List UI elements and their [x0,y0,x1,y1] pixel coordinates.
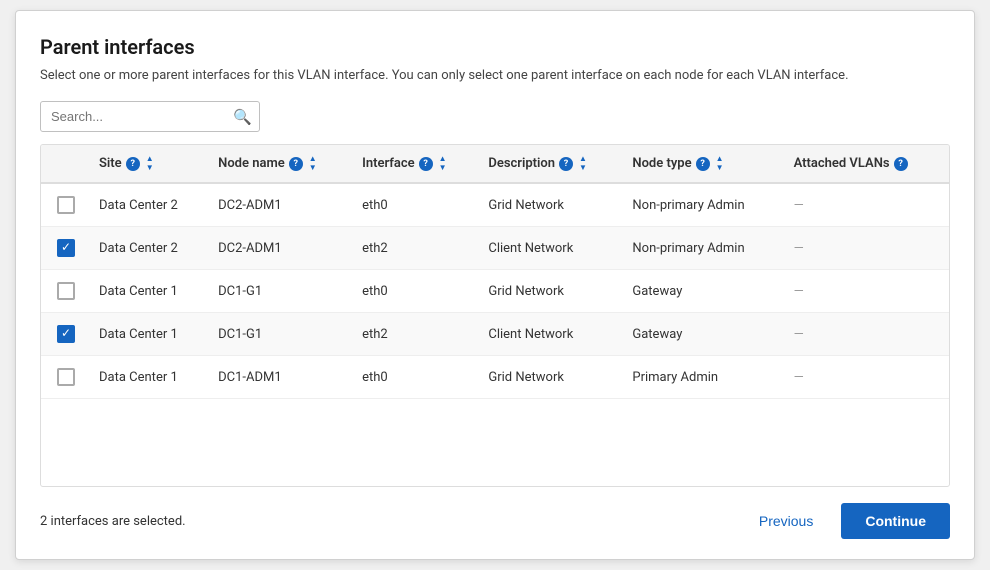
modal-title: Parent interfaces [40,35,950,59]
description-cell-3: Client Network [480,313,624,356]
th-attached-vlans: Attached VLANs ? [786,145,949,183]
node-name-cell-0: DC2-ADM1 [210,183,354,227]
table-row: Data Center 2DC2-ADM1eth0Grid NetworkNon… [41,183,949,227]
interfaces-table-wrapper: Site ? ▲ ▼ Node name ? [40,144,950,487]
th-description-label: Description [488,156,555,171]
node-name-help-icon[interactable]: ? [289,157,303,171]
description-cell-2: Grid Network [480,270,624,313]
description-cell-0: Grid Network [480,183,624,227]
th-interface: Interface ? ▲ ▼ [354,145,480,183]
node-name-cell-3: DC1-G1 [210,313,354,356]
parent-interfaces-modal: Parent interfaces Select one or more par… [15,10,975,560]
interface-cell-3: eth2 [354,313,480,356]
search-container: 🔍 [40,101,260,132]
node-type-cell-3: Gateway [624,313,785,356]
th-checkbox [41,145,91,183]
site-cell-2: Data Center 1 [91,270,210,313]
selected-count: 2 interfaces are selected. [40,514,186,529]
node-type-cell-1: Non-primary Admin [624,227,785,270]
interface-cell-2: eth0 [354,270,480,313]
row-checkbox-3[interactable] [57,325,75,343]
checkbox-cell-4 [41,356,91,399]
th-interface-label: Interface [362,156,415,171]
description-cell-1: Client Network [480,227,624,270]
interface-cell-4: eth0 [354,356,480,399]
description-help-icon[interactable]: ? [559,157,573,171]
description-sort-icons[interactable]: ▲ ▼ [579,155,587,172]
th-site-label: Site [99,156,122,171]
continue-button[interactable]: Continue [841,503,950,539]
th-node-name-label: Node name [218,156,285,171]
table-header-row: Site ? ▲ ▼ Node name ? [41,145,949,183]
footer: 2 interfaces are selected. Previous Cont… [40,503,950,539]
interface-cell-1: eth2 [354,227,480,270]
attached-vlans-cell-4: — [786,356,949,399]
node-type-help-icon[interactable]: ? [696,157,710,171]
th-attached-vlans-label: Attached VLANs [794,156,890,171]
node-name-cell-4: DC1-ADM1 [210,356,354,399]
modal-subtitle: Select one or more parent interfaces for… [40,67,950,85]
table-row: Data Center 1DC1-G1eth2Client NetworkGat… [41,313,949,356]
row-checkbox-4[interactable] [57,368,75,386]
site-cell-0: Data Center 2 [91,183,210,227]
node-type-sort-icons[interactable]: ▲ ▼ [716,155,724,172]
site-sort-icons[interactable]: ▲ ▼ [146,155,154,172]
interface-help-icon[interactable]: ? [419,157,433,171]
row-checkbox-2[interactable] [57,282,75,300]
th-description: Description ? ▲ ▼ [480,145,624,183]
th-site: Site ? ▲ ▼ [91,145,210,183]
table-row: Data Center 1DC1-G1eth0Grid NetworkGatew… [41,270,949,313]
attached-vlans-cell-0: — [786,183,949,227]
search-icon[interactable]: 🔍 [233,108,252,126]
checkbox-cell-3 [41,313,91,356]
attached-vlans-cell-1: — [786,227,949,270]
checkbox-cell-2 [41,270,91,313]
checkbox-cell-1 [41,227,91,270]
row-checkbox-1[interactable] [57,239,75,257]
footer-buttons: Previous Continue [747,503,950,539]
interface-cell-0: eth0 [354,183,480,227]
attached-vlans-help-icon[interactable]: ? [894,157,908,171]
table-row: Data Center 1DC1-ADM1eth0Grid NetworkPri… [41,356,949,399]
site-help-icon[interactable]: ? [126,157,140,171]
table-row: Data Center 2DC2-ADM1eth2Client NetworkN… [41,227,949,270]
site-cell-3: Data Center 1 [91,313,210,356]
interface-sort-icons[interactable]: ▲ ▼ [439,155,447,172]
interfaces-table: Site ? ▲ ▼ Node name ? [41,145,949,399]
checkbox-cell-0 [41,183,91,227]
table-body: Data Center 2DC2-ADM1eth0Grid NetworkNon… [41,183,949,399]
th-node-name: Node name ? ▲ ▼ [210,145,354,183]
attached-vlans-cell-2: — [786,270,949,313]
search-input[interactable] [40,101,260,132]
site-cell-1: Data Center 2 [91,227,210,270]
node-name-sort-icons[interactable]: ▲ ▼ [309,155,317,172]
node-type-cell-2: Gateway [624,270,785,313]
th-node-type-label: Node type [632,156,691,171]
node-name-cell-1: DC2-ADM1 [210,227,354,270]
description-cell-4: Grid Network [480,356,624,399]
node-name-cell-2: DC1-G1 [210,270,354,313]
node-type-cell-0: Non-primary Admin [624,183,785,227]
node-type-cell-4: Primary Admin [624,356,785,399]
site-cell-4: Data Center 1 [91,356,210,399]
row-checkbox-0[interactable] [57,196,75,214]
th-node-type: Node type ? ▲ ▼ [624,145,785,183]
previous-button[interactable]: Previous [747,505,825,537]
attached-vlans-cell-3: — [786,313,949,356]
